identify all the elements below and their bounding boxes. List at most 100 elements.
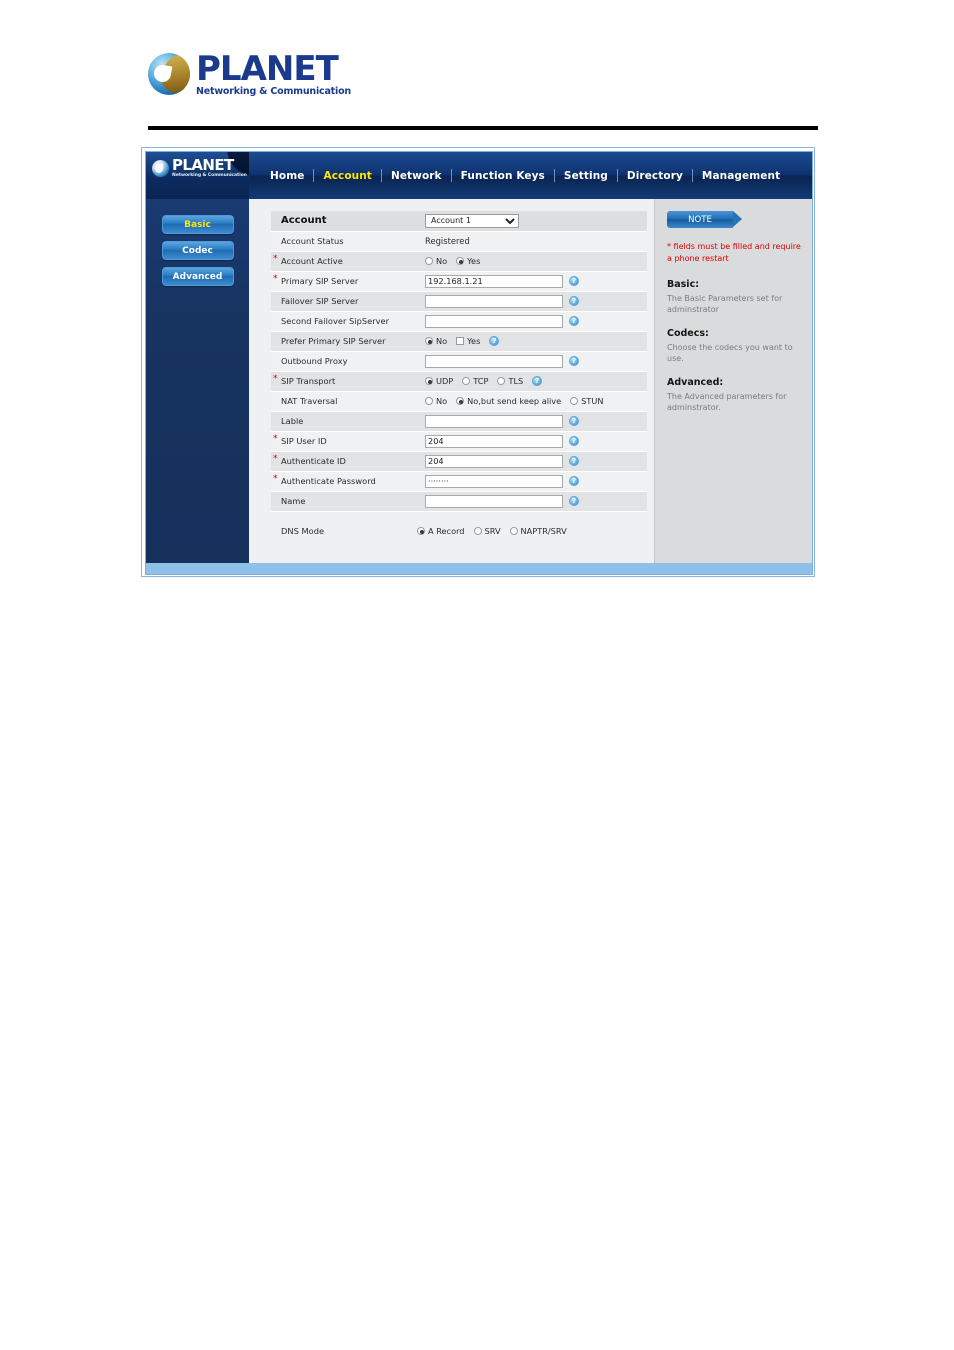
- row-label-name: Name: [271, 491, 419, 512]
- row-label-sip-transport: * SIP Transport: [271, 371, 419, 392]
- primary-sip-server-input[interactable]: [425, 274, 563, 288]
- table-row-authenticate-id: *Authenticate ID ?: [271, 451, 647, 472]
- dns-mode-options: A Record SRV NAPTR/SRV: [417, 526, 567, 536]
- row-label-second-failover-sipserver: Second Failover SipServer: [271, 311, 419, 332]
- label-text-sip-user-id: SIP User ID: [281, 436, 327, 446]
- sidebar: Basic Codec Advanced: [146, 199, 249, 563]
- radio-dns-a-record[interactable]: A Record: [417, 526, 465, 536]
- table-row-sip-transport: * SIP Transport UDP TCP TLS ?: [271, 371, 647, 392]
- row-value-account: Account 1 Account 2 Account 3 Account 4: [419, 211, 647, 232]
- sip-user-id-input[interactable]: [425, 434, 563, 448]
- authenticate-password-input[interactable]: [425, 474, 563, 488]
- nav-item-directory[interactable]: Directory: [618, 170, 692, 182]
- table-row-nat-traversal: NAT Traversal No No,but send keep alive …: [271, 391, 647, 412]
- sidebar-item-advanced[interactable]: Advanced: [161, 267, 234, 286]
- radio-prefer-primary-yes[interactable]: Yes: [456, 336, 480, 346]
- nav-items: Home Account Network Function Keys Setti…: [249, 152, 812, 199]
- account-status-value: Registered: [425, 236, 470, 246]
- required-marker: *: [273, 473, 278, 484]
- radio-dns-srv[interactable]: SRV: [473, 526, 501, 536]
- help-question-icon[interactable]: ?: [569, 356, 579, 366]
- account-settings-table: Account Account 1 Account 2 Account 3 Ac…: [271, 211, 647, 512]
- nav-item-home[interactable]: Home: [261, 170, 313, 182]
- radio-nat-no[interactable]: No: [425, 396, 447, 406]
- dns-mode-row: DNS Mode A Record SRV NAPTR/SRV: [281, 526, 654, 536]
- nav-separator: [450, 169, 452, 182]
- nav-item-setting[interactable]: Setting: [555, 170, 617, 182]
- logo-brand: PLANET: [196, 49, 339, 89]
- radio-label: No: [436, 396, 448, 406]
- row-label-failover-sip-server: Failover SIP Server: [271, 291, 419, 312]
- nav-separator: [691, 169, 693, 182]
- row-label-account-active: * Account Active: [271, 251, 419, 272]
- ui-brand-block: PLANET Networking & Communication: [146, 152, 249, 199]
- nav-item-management[interactable]: Management: [693, 170, 789, 182]
- globe-icon: [148, 53, 190, 96]
- row-label-nat-traversal: NAT Traversal: [271, 391, 419, 412]
- help-question-icon[interactable]: ?: [569, 276, 579, 286]
- radio-label: Yes: [467, 336, 481, 346]
- ui-logo-brand: PLANET: [172, 156, 234, 174]
- table-row-account-active: * Account Active No Yes: [271, 251, 647, 272]
- row-value-sip-user-id: ?: [419, 431, 647, 452]
- label-text-authenticate-id: Authenticate ID: [281, 456, 346, 466]
- radio-dot-icon: [509, 526, 518, 535]
- radio-nat-keepalive[interactable]: No,but send keep alive: [456, 396, 561, 406]
- radio-label: No: [436, 336, 448, 346]
- help-question-icon[interactable]: ?: [489, 336, 500, 346]
- help-question-icon[interactable]: ?: [569, 436, 579, 446]
- required-marker: *: [273, 453, 278, 464]
- authenticate-id-input[interactable]: [425, 454, 563, 468]
- radio-dns-naptr-srv[interactable]: NAPTR/SRV: [509, 525, 567, 536]
- help-question-icon[interactable]: ?: [569, 416, 579, 426]
- required-marker: *: [273, 253, 278, 264]
- failover-sip-server-input[interactable]: [425, 294, 563, 308]
- name-input[interactable]: [425, 494, 563, 508]
- radio-label: A Record: [428, 525, 465, 536]
- row-value-second-failover-sipserver: ?: [419, 311, 647, 332]
- row-label-primary-sip-server: * Primary SIP Server: [271, 271, 419, 292]
- help-question-icon[interactable]: ?: [569, 476, 579, 486]
- label-text-sip-transport: SIP Transport: [281, 376, 336, 386]
- note-text-basic: The Basic Parameters set for adminstrato…: [667, 294, 783, 314]
- table-row-primary-sip-server: *Primary SIP Server ?: [271, 271, 647, 292]
- row-value-nat-traversal: No No,but send keep alive STUN: [419, 391, 647, 412]
- ui-footer-strip: [146, 563, 812, 574]
- label-text-authenticate-password: Authenticate Password: [281, 476, 376, 486]
- lable-input[interactable]: [425, 414, 563, 428]
- account-select[interactable]: Account 1 Account 2 Account 3 Account 4: [425, 213, 519, 228]
- second-failover-sipserver-input[interactable]: [425, 314, 563, 328]
- sidebar-item-codec[interactable]: Codec: [161, 241, 234, 260]
- outbound-proxy-input[interactable]: [425, 354, 563, 368]
- document-letterhead: PLANET Networking & Communication: [148, 52, 448, 110]
- radio-sip-transport-tcp[interactable]: TCP: [462, 376, 488, 386]
- radio-prefer-primary-no[interactable]: No: [425, 336, 447, 346]
- table-row-outbound-proxy: Outbound Proxy ?: [271, 351, 647, 372]
- radio-sip-transport-tls[interactable]: TLS: [497, 376, 523, 386]
- help-question-icon[interactable]: ?: [532, 376, 543, 386]
- top-navigation-bar: PLANET Networking & Communication Home A…: [146, 152, 812, 199]
- nav-item-network[interactable]: Network: [382, 170, 451, 182]
- radio-dot-selected-icon: [456, 257, 465, 265]
- row-label-account-status: Account Status: [271, 231, 419, 252]
- radio-dot-icon: [570, 397, 579, 405]
- radio-dot-icon: [473, 526, 482, 535]
- radio-dot-icon: [462, 377, 471, 385]
- radio-account-active-no[interactable]: No: [425, 256, 447, 266]
- radio-sip-transport-udp[interactable]: UDP: [425, 376, 453, 386]
- nav-item-account[interactable]: Account: [314, 170, 380, 182]
- help-question-icon[interactable]: ?: [569, 496, 579, 506]
- radio-nat-stun[interactable]: STUN: [570, 396, 603, 406]
- radio-label: TCP: [473, 376, 489, 386]
- radio-account-active-yes[interactable]: Yes: [456, 256, 480, 266]
- nav-item-function-keys[interactable]: Function Keys: [452, 170, 554, 182]
- radio-label: NAPTR/SRV: [520, 525, 567, 536]
- radio-label: No,but send keep alive: [467, 396, 562, 406]
- note-warning-text: * fields must be filled and require a ph…: [667, 242, 801, 263]
- row-label-account: Account: [271, 211, 419, 232]
- row-value-sip-transport: UDP TCP TLS ?: [419, 371, 647, 392]
- help-question-icon[interactable]: ?: [569, 296, 579, 306]
- help-question-icon[interactable]: ?: [569, 316, 579, 326]
- help-question-icon[interactable]: ?: [569, 456, 579, 466]
- sidebar-item-basic[interactable]: Basic: [161, 215, 234, 234]
